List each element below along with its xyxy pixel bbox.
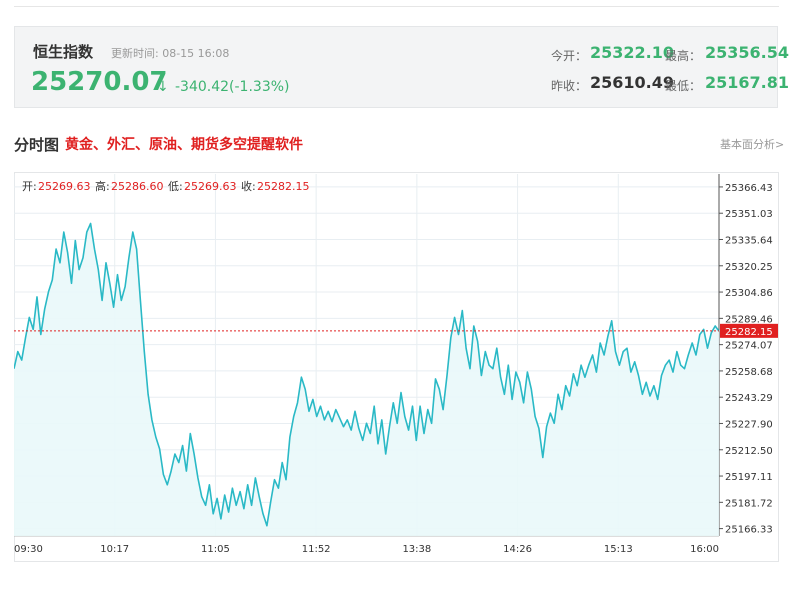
index-name: 恒生指数 (33, 43, 94, 61)
y-tick-label: 25274.07 (725, 341, 773, 352)
x-tick-label: 11:52 (302, 544, 331, 555)
y-tick-label: 25212.50 (725, 446, 773, 457)
open-value: 25322.10 (590, 43, 675, 62)
y-tick-label: 25335.64 (725, 236, 773, 247)
ohlc-label: 高: (95, 179, 110, 193)
y-tick-label: 25366.43 (725, 183, 773, 194)
low-label: 最低： (665, 79, 702, 93)
ohlc-value: 25269.63 (184, 180, 237, 193)
down-arrow-icon: ↓ (157, 79, 169, 95)
fundamental-analysis-link[interactable]: 基本面分析> (720, 136, 784, 152)
intraday-chart: 25366.43 25351.03 25335.64 25320.25 25304.86… (13, 172, 779, 562)
ohlc-value: 25282.15 (257, 180, 310, 193)
y-tick-label: 25258.68 (725, 367, 773, 378)
y-tick-label: 25227.90 (725, 419, 773, 430)
promo-link[interactable]: 黄金、外汇、原油、期货多空提醒软件 (65, 134, 303, 154)
top-divider (14, 6, 779, 7)
y-tick-label: 25320.25 (725, 262, 773, 273)
high-label: 最高： (665, 49, 702, 63)
x-tick-label: 10:17 (100, 544, 129, 555)
ohlc-label: 开: (22, 180, 37, 193)
y-tick-label: 25197.11 (725, 472, 773, 483)
current-price: 25270.07 (31, 67, 168, 97)
open-label: 今开： (551, 49, 588, 63)
quote-panel: 恒生指数 更新时间: 08-15 16:08 25270.07 ↓ -340.4… (14, 26, 789, 108)
intraday-chart-svg: 25366.43 25351.03 25335.64 25320.25 25304.86… (13, 172, 779, 562)
y-tick-label: 25166.33 (725, 525, 773, 536)
price-change: -340.42(-1.33%) (175, 79, 290, 95)
x-tick-label: 16:00 (690, 544, 719, 555)
y-tick-label: 25181.72 (725, 498, 773, 509)
section-title: 分时图 (14, 136, 60, 154)
y-tick-label: 25243.29 (725, 393, 773, 404)
prev-close-label: 昨收： (551, 79, 588, 93)
ohlc-label: 收: (241, 179, 256, 193)
x-tick-label: 15:13 (604, 544, 633, 555)
y-tick-label: 25289.46 (725, 314, 773, 325)
price-area (14, 223, 719, 536)
y-tick-label: 25351.03 (725, 209, 773, 220)
current-price-label: 25282.15 (725, 327, 773, 338)
x-tick-label: 14:26 (503, 544, 532, 555)
x-tick-label: 11:05 (201, 544, 230, 555)
ohlc-value: 25269.63 (38, 180, 91, 193)
x-tick-label: 09:30 (14, 544, 43, 555)
ohlc-label: 低: (168, 180, 183, 193)
ohlc-value: 25286.60 (111, 180, 164, 193)
prev-close-value: 25610.49 (590, 73, 675, 92)
x-tick-label: 13:38 (402, 544, 431, 555)
low-value: 25167.81 (705, 73, 790, 92)
y-tick-label: 25304.86 (725, 288, 773, 299)
high-value: 25356.54 (705, 43, 790, 62)
update-time: 更新时间: 08-15 16:08 (111, 47, 230, 60)
